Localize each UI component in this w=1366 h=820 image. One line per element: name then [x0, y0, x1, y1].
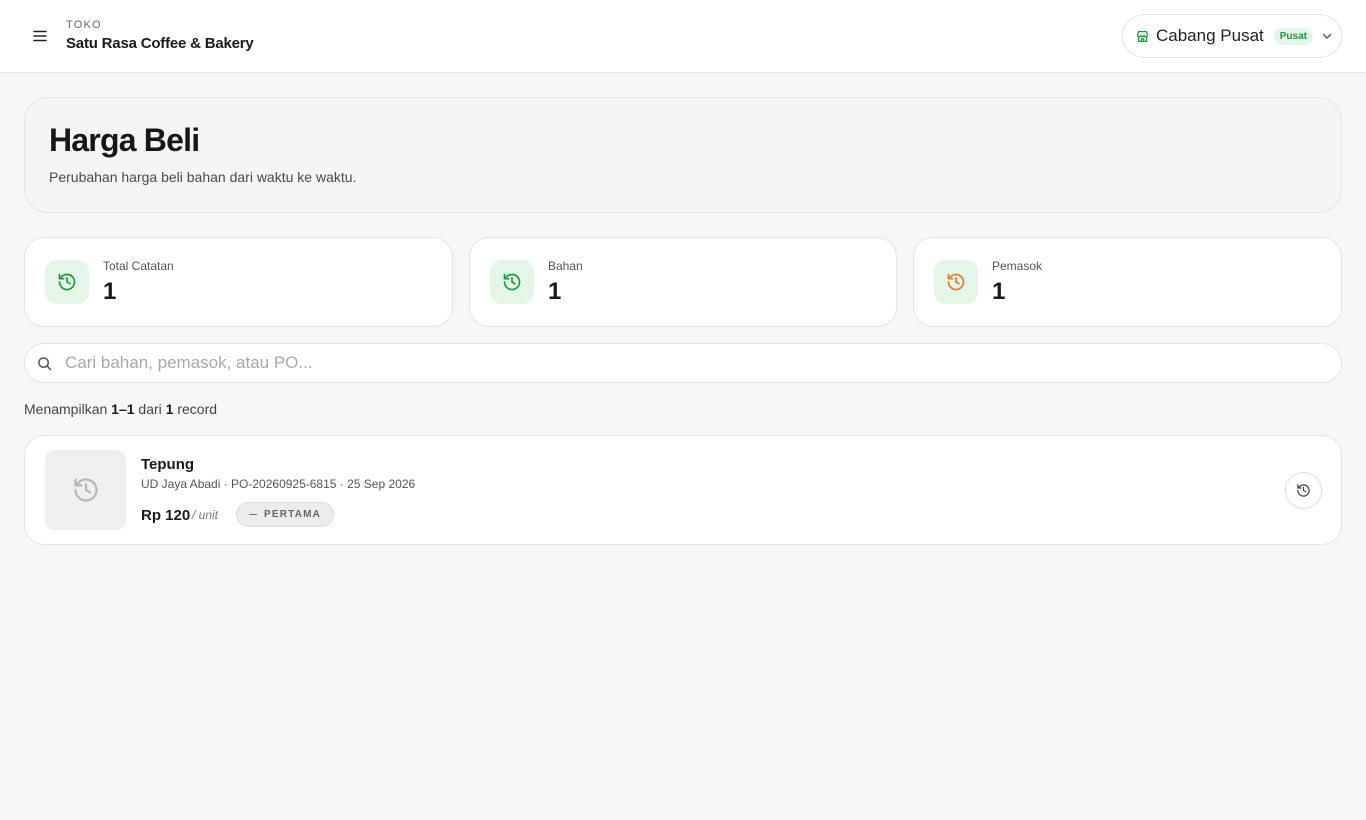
search-icon — [37, 356, 52, 371]
history-button[interactable] — [1285, 472, 1322, 509]
stat-value: 1 — [103, 278, 117, 305]
status-badge-label: PERTAMA — [264, 509, 322, 520]
history-icon — [45, 260, 89, 304]
top-bar: TOKO Satu Rasa Coffee & Bakery Cabang Pu… — [0, 0, 1366, 73]
chevron-down-icon — [1321, 30, 1333, 42]
stat-value: 1 — [992, 278, 1006, 305]
stat-card-bahan: Bahan 1 — [469, 237, 897, 327]
page-subtitle: Perubahan harga beli bahan dari waktu ke… — [49, 169, 357, 185]
record-unit: / unit — [192, 508, 219, 522]
record-price: Rp 120 — [141, 507, 191, 524]
list-item[interactable]: Tepung UD Jaya Abadi · PO-20260925-6815 … — [24, 435, 1342, 545]
store-icon — [1136, 30, 1149, 43]
result-range: 1–1 — [111, 401, 135, 417]
branch-badge: Pusat — [1273, 27, 1313, 45]
result-suffix: record — [177, 401, 218, 417]
search-bar — [24, 343, 1342, 383]
store-name: Satu Rasa Coffee & Bakery — [66, 35, 254, 52]
search-input[interactable] — [65, 344, 1325, 382]
result-total: 1 — [165, 401, 174, 417]
menu-icon[interactable] — [28, 24, 52, 48]
store-label: TOKO — [66, 19, 102, 31]
record-meta: UD Jaya Abadi · PO-20260925-6815 · 25 Se… — [141, 477, 416, 491]
stat-label: Pemasok — [992, 259, 1043, 273]
page-header: Harga Beli Perubahan harga beli bahan da… — [24, 97, 1342, 213]
history-icon — [490, 260, 534, 304]
result-count: Menampilkan 1–1 dari 1 record — [24, 401, 217, 417]
stat-card-total-catatan: Total Catatan 1 — [24, 237, 453, 327]
stat-card-pemasok: Pemasok 1 — [913, 237, 1342, 327]
history-icon — [934, 260, 978, 304]
dash-icon — [249, 513, 257, 516]
stat-label: Bahan — [548, 259, 583, 273]
stat-label: Total Catatan — [103, 259, 174, 273]
branch-name: Cabang Pusat — [1156, 26, 1264, 45]
result-prefix: Menampilkan — [24, 401, 108, 417]
record-title: Tepung — [141, 456, 195, 473]
history-icon — [45, 450, 126, 530]
page-title: Harga Beli — [49, 122, 200, 158]
history-icon — [1296, 483, 1311, 498]
result-middle: dari — [138, 401, 162, 417]
branch-selector[interactable]: Cabang Pusat Pusat — [1122, 14, 1342, 58]
stat-value: 1 — [548, 278, 562, 305]
status-badge: PERTAMA — [236, 502, 335, 527]
